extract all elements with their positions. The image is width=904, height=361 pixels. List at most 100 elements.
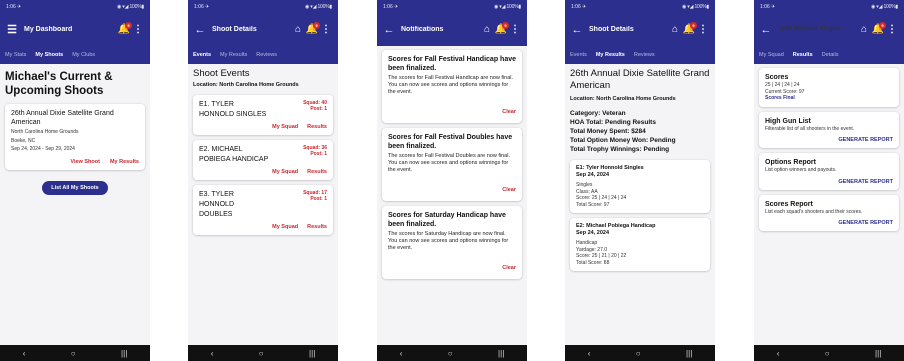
tab-details[interactable]: Details bbox=[822, 52, 839, 58]
event-card[interactable]: E3. TYLER HONNOLD DOUBLES Squad: 17 Post… bbox=[193, 185, 333, 235]
tab-my-clubs[interactable]: My Clubs bbox=[72, 52, 95, 58]
tab-results[interactable]: Results bbox=[793, 52, 813, 58]
view-shoot-button[interactable]: View Shoot bbox=[70, 159, 100, 165]
nav-recents-button[interactable]: ||| bbox=[875, 349, 881, 358]
notification-title: Scores for Fall Festival Doubles have be… bbox=[388, 134, 513, 150]
shoot-card[interactable]: 26th Annual Dixie Satellite Grand Americ… bbox=[5, 104, 145, 170]
tab-my-stats[interactable]: My Stats bbox=[5, 52, 26, 58]
scores-title: Scores bbox=[765, 74, 789, 81]
app-bar: ← Notifications ⌂ 🔔 9 ⋮ bbox=[377, 13, 527, 46]
more-vert-icon[interactable]: ⋮ bbox=[696, 23, 710, 37]
status-time: 1:06 ✈ bbox=[571, 3, 587, 10]
results-button[interactable]: Results bbox=[307, 124, 327, 130]
notification-card[interactable]: Scores for Fall Festival Doubles have be… bbox=[382, 128, 522, 201]
high-gun-title: High Gun List bbox=[765, 117, 811, 125]
result-card[interactable]: E2: Michael Pobiega Handicap Sep 24, 202… bbox=[570, 218, 710, 271]
clear-button[interactable]: Clear bbox=[502, 265, 516, 271]
event-card[interactable]: E2. MICHAEL POBIEGA HANDICAP Squad: 36 P… bbox=[193, 140, 333, 180]
tab-my-shoots[interactable]: My Shoots bbox=[35, 52, 63, 58]
generate-options-button[interactable]: GENERATE REPORT bbox=[765, 179, 893, 185]
nav-back-button[interactable]: ‹ bbox=[23, 349, 26, 358]
more-vert-icon[interactable]: ⋮ bbox=[131, 23, 145, 37]
nav-home-button[interactable]: ○ bbox=[448, 349, 453, 358]
high-gun-desc: Filterable list of all shooters in the e… bbox=[765, 125, 855, 132]
nav-back-button[interactable]: ‹ bbox=[400, 349, 403, 358]
generate-high-gun-button[interactable]: GENERATE REPORT bbox=[765, 137, 893, 143]
phone-event-results: 1:06 ✈ ◉ ▾◢ 100%▮ ← Tyler Honnold Single… bbox=[754, 0, 904, 361]
tab-reviews[interactable]: Reviews bbox=[634, 52, 655, 58]
results-button[interactable]: Results bbox=[307, 169, 327, 175]
nav-back-button[interactable]: ‹ bbox=[211, 349, 214, 358]
post-number: Post: 1 bbox=[310, 196, 327, 202]
event-results-content: Scores 25 | 24 | 24 | 24 Current Score: … bbox=[754, 64, 904, 345]
tab-my-results[interactable]: My Results bbox=[220, 52, 247, 58]
status-bar: 1:06 ✈ ◉ ▾◢ 100%▮ bbox=[188, 0, 338, 13]
clear-button[interactable]: Clear bbox=[502, 187, 516, 193]
more-vert-icon[interactable]: ⋮ bbox=[885, 23, 899, 37]
status-icons: ◉ ▾◢ 100%▮ bbox=[304, 3, 332, 10]
result-card[interactable]: E1: Tyler Honnold Singles Sep 24, 2024 S… bbox=[570, 160, 710, 213]
nav-home-button[interactable]: ○ bbox=[636, 349, 641, 358]
page-title: Shoot Events bbox=[193, 68, 250, 79]
generate-scores-report-button[interactable]: GENERATE REPORT bbox=[765, 220, 893, 226]
my-squad-button[interactable]: My Squad bbox=[272, 169, 298, 175]
events-content: Shoot Events Location: North Carolina Ho… bbox=[188, 64, 338, 345]
menu-icon[interactable]: ☰ bbox=[5, 23, 19, 37]
my-squad-button[interactable]: My Squad bbox=[272, 224, 298, 230]
post-number: Post: 1 bbox=[310, 151, 327, 157]
system-nav-bar: ‹ ○ ||| bbox=[565, 345, 715, 361]
my-squad-button[interactable]: My Squad bbox=[272, 124, 298, 130]
tab-events[interactable]: Events bbox=[193, 52, 211, 58]
notification-card[interactable]: Scores for Saturday Handicap have been f… bbox=[382, 206, 522, 279]
home-icon[interactable]: ⌂ bbox=[857, 23, 871, 37]
arrow-back-icon[interactable]: ← bbox=[193, 23, 207, 37]
scores-report-title: Scores Report bbox=[765, 200, 813, 208]
list-all-shoots-button[interactable]: List All My Shoots bbox=[42, 180, 108, 195]
tab-events[interactable]: Events bbox=[570, 52, 587, 58]
nav-recents-button[interactable]: ||| bbox=[121, 349, 127, 358]
notification-card[interactable]: Scores for Fall Festival Handicap have b… bbox=[382, 50, 522, 123]
bell-icon[interactable]: 🔔 9 bbox=[494, 21, 509, 37]
system-nav-bar: ‹ ○ ||| bbox=[377, 345, 527, 361]
nav-recents-button[interactable]: ||| bbox=[309, 349, 315, 358]
hoa-stat: HOA Total: Pending Results bbox=[570, 119, 656, 126]
arrow-back-icon[interactable]: ← bbox=[382, 23, 396, 37]
phone-shoot-events: 1:06 ✈ ◉ ▾◢ 100%▮ ← Shoot Details ⌂ 🔔 9 ⋮… bbox=[188, 0, 338, 361]
notification-title: Scores for Saturday Handicap have been f… bbox=[388, 212, 506, 228]
more-vert-icon[interactable]: ⋮ bbox=[508, 23, 522, 37]
arrow-back-icon[interactable]: ← bbox=[759, 23, 773, 37]
notifications-list: Scores for Fall Festival Handicap have b… bbox=[377, 46, 527, 345]
bell-icon[interactable]: 🔔 9 bbox=[871, 21, 886, 37]
nav-recents-button[interactable]: ||| bbox=[498, 349, 504, 358]
more-vert-icon[interactable]: ⋮ bbox=[319, 23, 333, 37]
home-icon[interactable]: ⌂ bbox=[668, 23, 682, 37]
phone-my-results: 1:06 ✈ ◉ ▾◢ 100%▮ ← Shoot Details ⌂ 🔔 9 ⋮… bbox=[565, 0, 715, 361]
bell-icon[interactable]: 🔔 9 bbox=[305, 21, 320, 37]
app-title: Shoot Details bbox=[212, 26, 257, 33]
arrow-back-icon[interactable]: ← bbox=[570, 23, 584, 37]
my-results-button[interactable]: My Results bbox=[110, 159, 139, 165]
nav-back-button[interactable]: ‹ bbox=[588, 349, 591, 358]
category-stat: Category: Veteran bbox=[570, 110, 626, 117]
home-icon[interactable]: ⌂ bbox=[480, 23, 494, 37]
nav-back-button[interactable]: ‹ bbox=[777, 349, 780, 358]
event-card[interactable]: E1. TYLER HONNOLD SINGLES Squad: 40 Post… bbox=[193, 95, 333, 135]
money-spent-stat: Total Money Spent: $284 bbox=[570, 128, 646, 135]
tab-my-results[interactable]: My Results bbox=[596, 52, 625, 58]
nav-home-button[interactable]: ○ bbox=[71, 349, 76, 358]
system-nav-bar: ‹ ○ ||| bbox=[0, 345, 150, 361]
tab-reviews[interactable]: Reviews bbox=[256, 52, 277, 58]
nav-home-button[interactable]: ○ bbox=[825, 349, 830, 358]
app-bar: ← Tyler Honnold Singles ⌂ 🔔 9 ⋮ bbox=[754, 13, 904, 46]
tab-my-squad[interactable]: My Squad bbox=[759, 52, 784, 58]
home-icon[interactable]: ⌂ bbox=[291, 23, 305, 37]
squad-info: Squad: 36 Post: 1 bbox=[303, 145, 327, 165]
status-bar: 1:06 ✈ ◉ ▾◢ 100%▮ bbox=[0, 0, 150, 13]
bell-icon[interactable]: 🔔 9 bbox=[117, 21, 132, 37]
notification-body: The scores for Saturday Handicap are now… bbox=[388, 231, 509, 251]
clear-button[interactable]: Clear bbox=[502, 109, 516, 115]
nav-home-button[interactable]: ○ bbox=[259, 349, 264, 358]
results-button[interactable]: Results bbox=[307, 224, 327, 230]
bell-icon[interactable]: 🔔 9 bbox=[682, 21, 697, 37]
nav-recents-button[interactable]: ||| bbox=[686, 349, 692, 358]
